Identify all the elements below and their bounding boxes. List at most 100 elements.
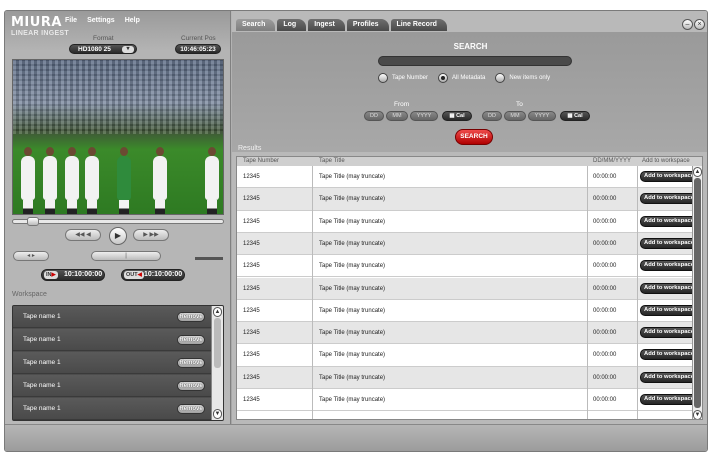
radio-tape-number[interactable]: Tape Number [378,73,428,83]
add-to-workspace-button[interactable]: Add to workspace [640,171,698,182]
search-button[interactable]: SEARCH [455,129,493,145]
workspace-scrollbar[interactable]: ▲ ▼ [211,306,223,420]
minimize-icon[interactable]: – [682,19,693,30]
tab-search[interactable]: Search [236,19,276,31]
jog-slider[interactable]: | [91,251,161,261]
results-scrollbar[interactable]: ▲ ▼ [692,166,702,419]
workspace-item[interactable]: Tape name 1 Remove [13,329,211,351]
column-add-to-workspace[interactable]: Add to workspace [642,158,690,164]
table-row[interactable]: 12345 Tape Title (may truncate) 00:00:00 Ad… [237,366,698,389]
to-calendar-button[interactable]: ▦ Cal [560,111,590,121]
tab-log[interactable]: Log [277,19,307,31]
to-day-field[interactable]: DD [482,111,502,121]
table-row[interactable]: 12345 Tape Title (may truncate) 00:00:00 Ad… [237,300,698,323]
cell-date: 00:00:00 [593,397,617,403]
results-table: Tape Number Tape Title DD/MM/YYYY Add to… [236,156,703,420]
close-icon[interactable]: × [694,19,705,30]
add-to-workspace-button[interactable]: Add to workspace [640,260,698,272]
cell-date: 00:00:00 [593,374,617,381]
results-label: Results [238,145,262,152]
workspace-item[interactable]: Tape name 1 Remove [13,398,211,420]
add-to-workspace-button[interactable]: Add to workspace [640,193,698,205]
scroll-up-icon[interactable]: ▲ [693,167,702,177]
from-year-field[interactable]: YYYY [410,111,438,121]
table-row[interactable]: 12345 Tape Title (may truncate) 00:00:00 Ad… [237,211,698,233]
add-to-workspace-button[interactable]: Add to workspace [640,349,698,361]
tab-line-record[interactable]: Line Record [390,19,447,31]
cell-date: 00:00:00 [593,285,617,292]
remove-button[interactable]: Remove [177,358,205,368]
column-tape-number[interactable]: Tape Number [243,158,279,164]
workspace-item-name: Tape name 1 [23,405,61,412]
cell-tape-title: Tape Title (may truncate) [319,397,386,403]
add-to-workspace-button[interactable]: Add to workspace [640,327,698,339]
fast-forward-button[interactable]: ▶ ▶▶ [133,229,169,241]
add-to-workspace-button[interactable]: Add to workspace [640,237,698,249]
menu-settings[interactable]: Settings [87,17,115,24]
scroll-down-icon[interactable]: ▼ [213,409,222,419]
scroll-down-icon[interactable]: ▼ [693,410,702,419]
from-calendar-button[interactable]: ▦ Cal [442,111,472,121]
tab-ingest[interactable]: Ingest [308,19,345,31]
column-date[interactable]: DD/MM/YYYY [593,158,631,164]
cell-tape-title: Tape Title (may truncate) [319,285,386,292]
add-to-workspace-button[interactable]: Add to workspace [640,215,698,227]
remove-button[interactable]: Remove [177,404,205,414]
column-divider [312,166,313,419]
to-year-field[interactable]: YYYY [528,111,556,121]
radio-new-items-only[interactable]: New items only [495,73,550,83]
table-row[interactable]: 12345 Tape Title (may truncate) 00:00:00 Ad… [237,166,698,189]
format-select[interactable]: HD1080 25 ▾ [69,44,137,54]
table-row[interactable]: 12345 Tape Title (may truncate) 00:00:00 Ad… [237,322,698,345]
scrollbar-thumb[interactable] [694,178,701,408]
rewind-icon: ◀◀ ◀ [75,232,91,238]
step-button[interactable]: ◂ ▸ [13,251,49,261]
from-day-field[interactable]: DD [364,111,384,121]
workspace-item[interactable]: Tape name 1 Remove [13,375,211,397]
workspace-item[interactable]: Tape name 1 Remove [13,352,211,374]
cell-tape-number: 12345 [243,263,260,270]
cell-tape-title: Tape Title (may truncate) [319,174,386,180]
add-to-workspace-button[interactable]: Add to workspace [640,304,698,316]
table-row[interactable]: 12345 Tape Title (may truncate) 00:00:00 Ad… [237,255,698,278]
table-row[interactable]: 12345 Tape Title (may truncate) 00:00:00 Ad… [237,389,698,412]
table-row[interactable]: 12345 Tape Title (may truncate) 00:00:00 Ad… [237,188,698,211]
column-divider [587,166,588,419]
add-to-workspace-button[interactable]: Add to workspace [640,371,698,383]
add-to-workspace-button[interactable]: Add to workspace [640,394,698,405]
table-row[interactable]: 12345 Tape Title (may truncate) 00:00:00 Ad… [237,232,698,256]
menu-file[interactable]: File [65,17,77,24]
cal-label: Cal [574,113,583,119]
add-to-workspace-button[interactable]: Add to workspace [640,282,698,294]
format-label: Format [93,35,114,42]
out-timecode[interactable]: OUT◀ 10:10:00:00 [121,269,185,281]
workspace-item[interactable]: Tape name 1 Remove [13,306,211,328]
radio-all-metadata[interactable]: All Metadata [438,73,485,83]
play-button[interactable]: ▶ [109,227,127,245]
menu-help[interactable]: Help [125,17,140,24]
workspace-item-name: Tape name 1 [23,382,61,389]
scroll-up-icon[interactable]: ▲ [213,307,222,317]
tab-bar: Search Log Ingest Profiles Line Record [236,19,449,31]
remove-button[interactable]: Remove [177,381,205,391]
table-row[interactable]: 12345 Tape Title (may truncate) 00:00:00 Ad… [237,277,698,300]
search-input[interactable] [378,56,572,66]
column-tape-title[interactable]: Tape Title [319,158,345,164]
timeline-scrubber[interactable] [12,217,224,226]
cell-date: 00:00:00 [593,240,617,247]
remove-button[interactable]: Remove [177,312,205,322]
column-divider [637,166,638,419]
tab-profiles[interactable]: Profiles [346,19,389,31]
rewind-button[interactable]: ◀◀ ◀ [65,229,101,241]
table-row[interactable]: 12345 Tape Title (may truncate) 00:00:00 Ad… [237,344,698,367]
from-month-field[interactable]: MM [386,111,408,121]
volume-slider[interactable] [195,257,223,260]
scrubber-handle[interactable] [27,217,39,226]
video-keeper-figure [117,147,131,214]
workspace-title: Workspace [12,291,47,298]
to-month-field[interactable]: MM [504,111,526,121]
remove-button[interactable]: Remove [177,335,205,345]
in-timecode[interactable]: IN▶ 10:10:00:00 [41,269,105,281]
scrollbar-thumb[interactable] [214,318,221,368]
in-timecode-value: 10:10:00:00 [64,271,103,278]
